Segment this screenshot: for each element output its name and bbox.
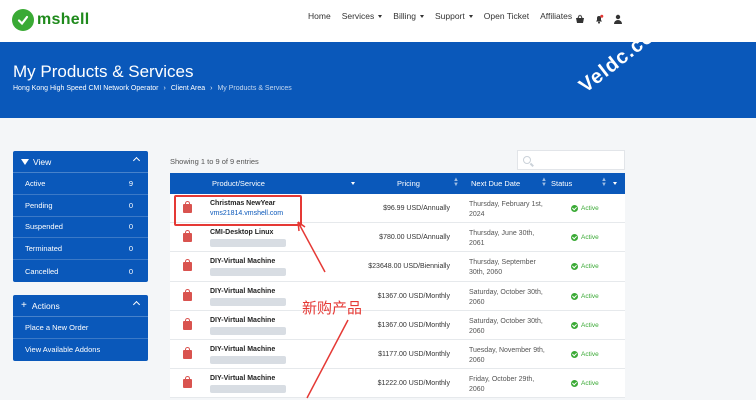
annotation-arrows — [297, 221, 349, 399]
annotation-arrow-up — [297, 221, 326, 273]
annotation-arrow-down — [306, 319, 349, 399]
